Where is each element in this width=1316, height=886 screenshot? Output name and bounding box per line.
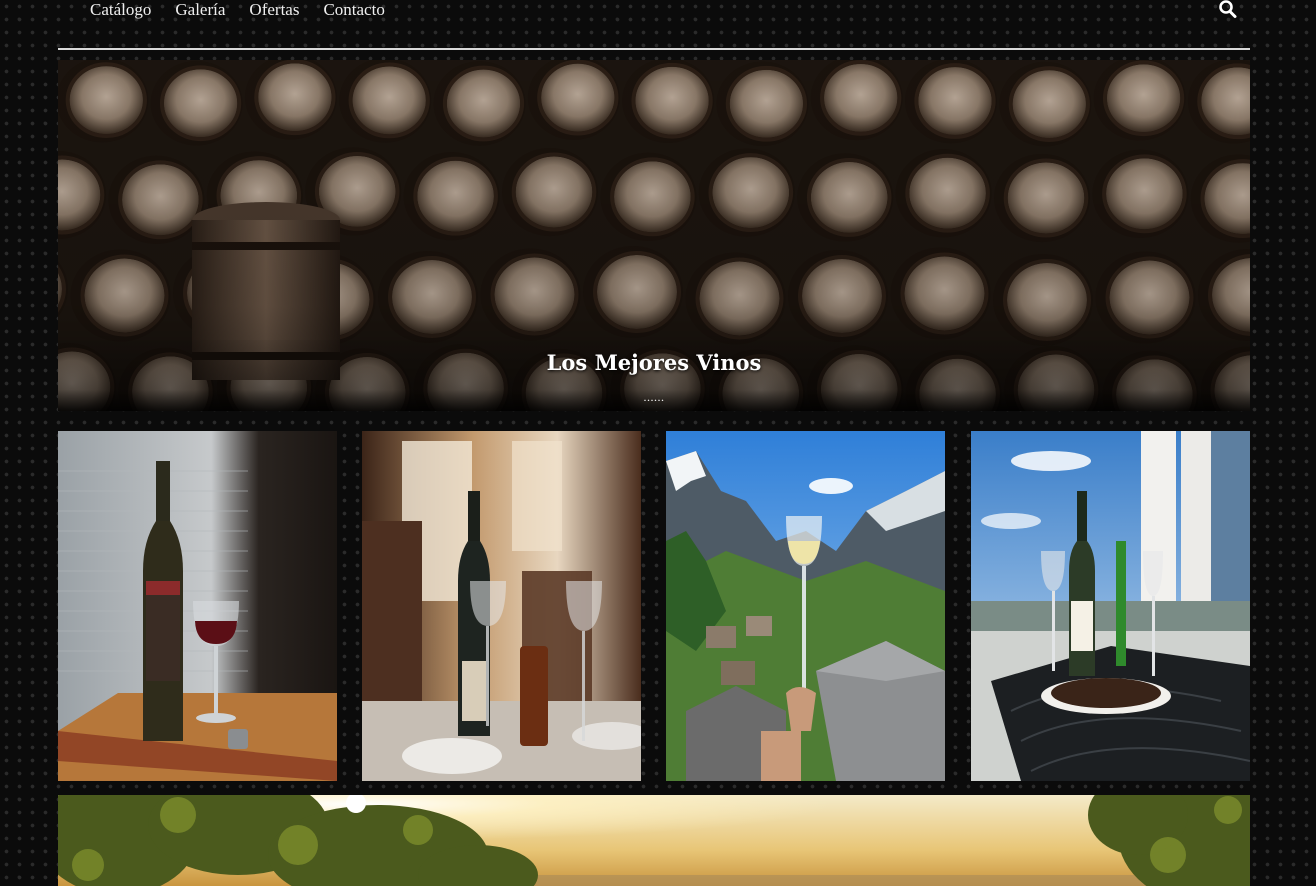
nav-link-galeria[interactable]: Galería bbox=[175, 0, 225, 20]
hero-dots: ...... bbox=[643, 390, 665, 404]
gallery-image-wine-bottle[interactable] bbox=[58, 431, 337, 781]
gallery-grid bbox=[58, 431, 1250, 781]
gallery-image-restaurant-table[interactable] bbox=[362, 431, 641, 781]
vineyard-sunset-photo bbox=[58, 795, 1250, 886]
gallery-image-terrace-wine[interactable] bbox=[971, 431, 1250, 781]
main-menu: Catálogo Galería Ofertas Contacto bbox=[90, 0, 409, 20]
nav-link-contacto[interactable]: Contacto bbox=[323, 0, 384, 20]
hero-title: Los Mejores Vinos bbox=[546, 350, 762, 375]
hero-banner: Los Mejores Vinos ...... bbox=[58, 60, 1250, 411]
search-icon[interactable] bbox=[1218, 0, 1238, 20]
top-navigation: Catálogo Galería Ofertas Contacto bbox=[58, 0, 1250, 50]
nav-link-catalogo[interactable]: Catálogo bbox=[90, 0, 151, 20]
gallery-image-mountain-village[interactable] bbox=[666, 431, 945, 781]
nav-link-ofertas[interactable]: Ofertas bbox=[249, 0, 299, 20]
